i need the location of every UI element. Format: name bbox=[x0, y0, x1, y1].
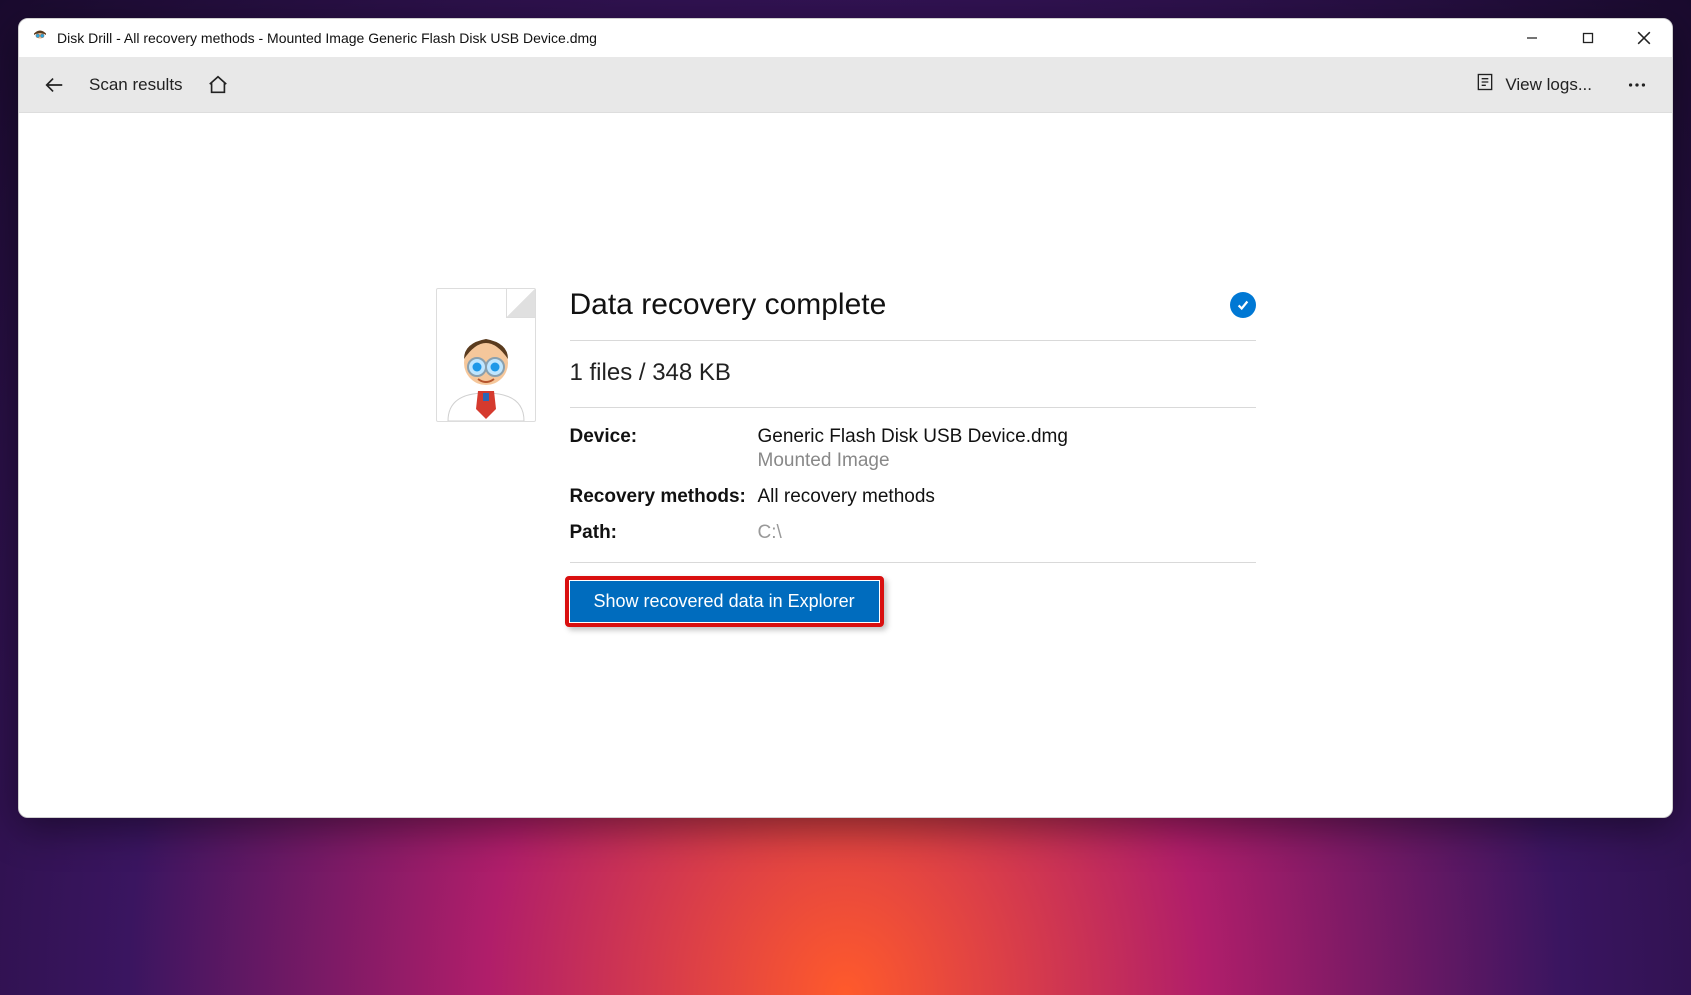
show-in-explorer-button[interactable]: Show recovered data in Explorer bbox=[570, 581, 879, 622]
view-logs-label: View logs... bbox=[1505, 75, 1592, 95]
app-window: Disk Drill - All recovery methods - Moun… bbox=[18, 18, 1673, 818]
device-value: Generic Flash Disk USB Device.dmg bbox=[758, 426, 1256, 448]
result-heading: Data recovery complete bbox=[570, 288, 887, 322]
result-illustration bbox=[436, 288, 536, 422]
minimize-button[interactable] bbox=[1504, 19, 1560, 57]
home-button[interactable] bbox=[201, 68, 235, 102]
device-label: Device: bbox=[570, 426, 750, 472]
maximize-button[interactable] bbox=[1560, 19, 1616, 57]
content-area: Data recovery complete 1 files / 348 KB … bbox=[19, 113, 1672, 817]
device-subvalue: Mounted Image bbox=[758, 450, 1256, 472]
path-value: C:\ bbox=[758, 522, 1256, 544]
app-icon bbox=[31, 29, 49, 47]
methods-value: All recovery methods bbox=[758, 486, 1256, 508]
result-info-table: Device: Generic Flash Disk USB Device.dm… bbox=[570, 426, 1256, 563]
close-button[interactable] bbox=[1616, 19, 1672, 57]
titlebar: Disk Drill - All recovery methods - Moun… bbox=[19, 19, 1672, 57]
success-check-icon bbox=[1230, 292, 1256, 318]
methods-label: Recovery methods: bbox=[570, 486, 750, 508]
view-logs-button[interactable]: View logs... bbox=[1467, 68, 1600, 101]
back-button[interactable] bbox=[37, 68, 71, 102]
result-summary: 1 files / 348 KB bbox=[570, 359, 1256, 408]
path-label: Path: bbox=[570, 522, 750, 544]
toolbar: Scan results View logs... bbox=[19, 57, 1672, 113]
window-title: Disk Drill - All recovery methods - Moun… bbox=[57, 30, 597, 46]
more-button[interactable] bbox=[1620, 68, 1654, 102]
breadcrumb-label: Scan results bbox=[89, 75, 183, 95]
logs-icon bbox=[1475, 72, 1495, 97]
